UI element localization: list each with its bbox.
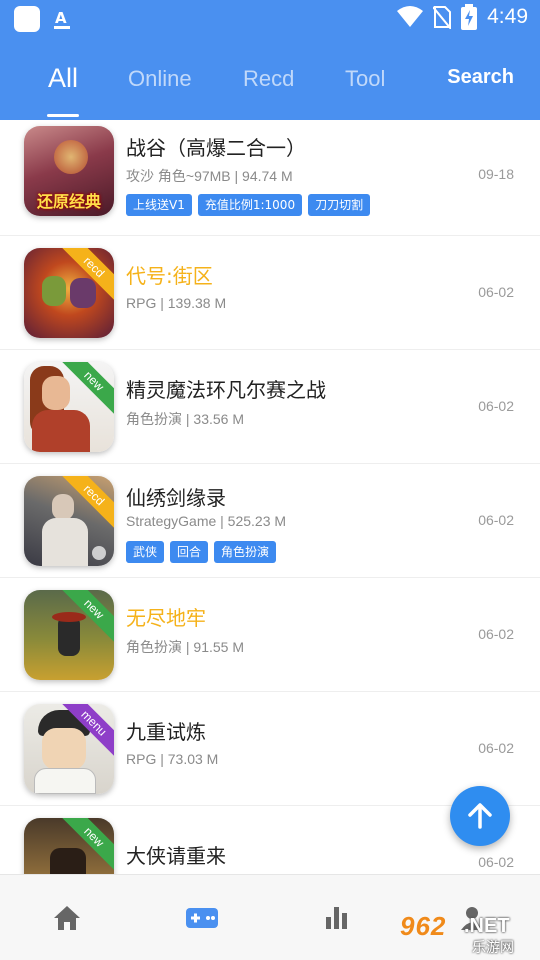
list-item[interactable]: new 无尽地牢 角色扮演 | 91.55 M 06-02 xyxy=(0,578,540,692)
game-icon[interactable]: new xyxy=(24,362,114,452)
battery-charging-icon xyxy=(461,4,478,30)
tab-online[interactable]: Online xyxy=(128,66,192,92)
game-icon[interactable]: 还原经典 xyxy=(24,126,114,216)
tag[interactable]: 充值比例1:1000 xyxy=(197,194,303,216)
app-notification-icon xyxy=(14,6,40,32)
game-meta: 角色扮演 | 91.55 M xyxy=(126,639,245,655)
search-button[interactable]: Search xyxy=(447,66,514,89)
game-icon[interactable]: new xyxy=(24,818,114,874)
game-icon[interactable]: new xyxy=(24,590,114,680)
tab-tool[interactable]: Tool xyxy=(345,66,385,92)
arrow-up-icon xyxy=(468,803,492,829)
list-item[interactable]: recd 代号:街区 RPG | 139.38 M 06-02 xyxy=(0,236,540,350)
tag[interactable]: 回合 xyxy=(170,541,209,563)
game-date: 09-18 xyxy=(478,166,514,182)
game-meta: 攻沙 角色~97MB | 94.74 M xyxy=(126,168,293,184)
game-date: 06-02 xyxy=(478,512,514,528)
list-item[interactable]: menu 九重试炼 RPG | 73.03 M 06-02 xyxy=(0,692,540,806)
game-title: 仙绣剑缘录 xyxy=(126,486,226,510)
game-meta: RPG | 139.38 M xyxy=(126,295,227,311)
game-date: 06-02 xyxy=(478,398,514,414)
list-item[interactable]: new 精灵魔法环凡尔赛之战 角色扮演 | 33.56 M 06-02 xyxy=(0,350,540,464)
clock: 4:49 xyxy=(487,5,528,28)
game-title: 代号:街区 xyxy=(126,264,213,288)
gamepad-icon xyxy=(186,908,218,928)
list-item[interactable]: 还原经典 战谷（高爆二合一） 攻沙 角色~97MB | 94.74 M 09-1… xyxy=(0,120,540,236)
game-title: 战谷（高爆二合一） xyxy=(126,136,306,160)
tag-list: 武侠 回合 角色扮演 xyxy=(126,541,277,563)
home-icon xyxy=(54,906,80,930)
keyboard-icon: A xyxy=(54,9,70,29)
tag[interactable]: 角色扮演 xyxy=(214,541,277,563)
game-date: 06-02 xyxy=(478,740,514,756)
game-meta: RPG | 73.03 M xyxy=(126,751,219,767)
site-watermark: 962 .NET 乐游网 xyxy=(400,911,514,956)
game-title: 九重试炼 xyxy=(126,720,206,744)
game-list[interactable]: 还原经典 战谷（高爆二合一） 攻沙 角色~97MB | 94.74 M 09-1… xyxy=(0,120,540,874)
bar-chart-icon xyxy=(326,907,347,929)
game-title: 大侠请重来 xyxy=(126,844,226,868)
tag[interactable]: 武侠 xyxy=(126,541,165,563)
category-tabs: All Online Recd Tool Search xyxy=(0,56,540,117)
game-date: 06-02 xyxy=(478,284,514,300)
game-title: 无尽地牢 xyxy=(126,606,206,630)
bottom-nav: 962 .NET 乐游网 xyxy=(0,874,540,960)
nav-home[interactable] xyxy=(50,903,84,933)
tag[interactable]: 上线送V1 xyxy=(126,194,192,216)
game-icon[interactable]: menu xyxy=(24,704,114,794)
game-date: 06-02 xyxy=(478,854,514,870)
wifi-icon xyxy=(397,6,424,27)
app-header: A 4:49 All Online Recd Tool Search xyxy=(0,0,540,120)
tab-all[interactable]: All xyxy=(48,63,78,94)
game-icon-caption: 还原经典 xyxy=(36,192,101,211)
list-item[interactable]: recd 仙绣剑缘录 StrategyGame | 525.23 M 06-02… xyxy=(0,464,540,578)
game-title: 精灵魔法环凡尔赛之战 xyxy=(126,378,326,402)
game-meta: 角色扮演 | 33.56 M xyxy=(126,411,245,427)
game-icon[interactable]: recd xyxy=(24,248,114,338)
tab-recd[interactable]: Recd xyxy=(243,66,294,92)
tag[interactable]: 刀刀切割 xyxy=(308,194,371,216)
game-date: 06-02 xyxy=(478,626,514,642)
nav-ranking[interactable] xyxy=(320,903,354,933)
status-bar: A 4:49 xyxy=(0,0,540,36)
game-meta: StrategyGame | 525.23 M xyxy=(126,513,287,529)
nav-games[interactable] xyxy=(185,903,219,933)
no-sim-icon xyxy=(433,6,452,29)
game-icon[interactable]: recd xyxy=(24,476,114,566)
scroll-to-top-button[interactable] xyxy=(450,786,510,846)
tag-list: 上线送V1 充值比例1:1000 刀刀切割 xyxy=(126,194,371,216)
active-tab-indicator xyxy=(47,114,79,117)
